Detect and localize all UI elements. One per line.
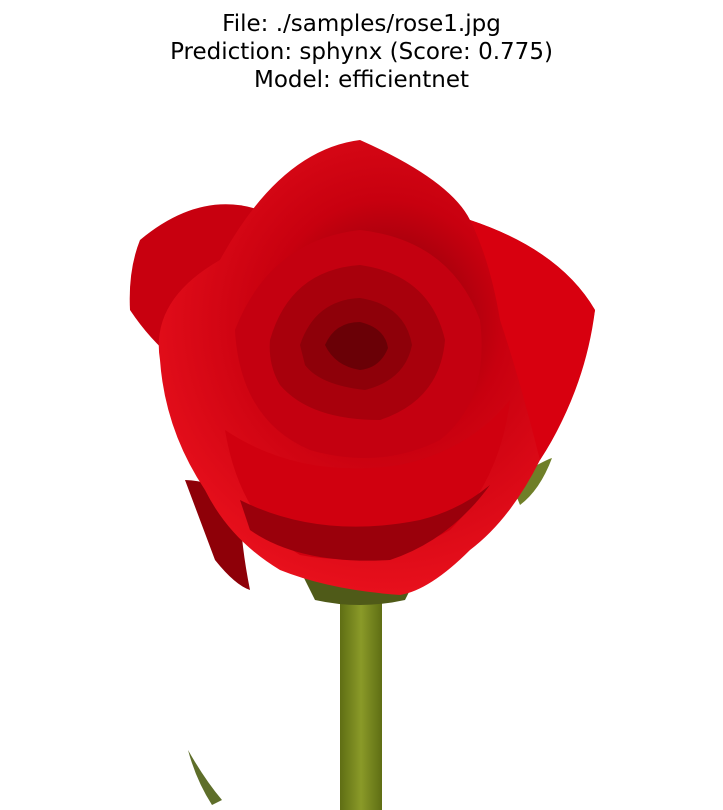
figure-title: File: ./samples/rose1.jpg Prediction: sp… [0, 10, 723, 94]
title-model-line: Model: efficientnet [253, 67, 470, 93]
rose-stem [340, 580, 382, 810]
sample-image [0, 100, 723, 810]
rose-leaf [188, 750, 222, 805]
title-file-line: File: ./samples/rose1.jpg [222, 11, 501, 37]
rose-image [129, 140, 595, 810]
title-prediction-line: Prediction: sphynx (Score: 0.775) [170, 39, 553, 65]
